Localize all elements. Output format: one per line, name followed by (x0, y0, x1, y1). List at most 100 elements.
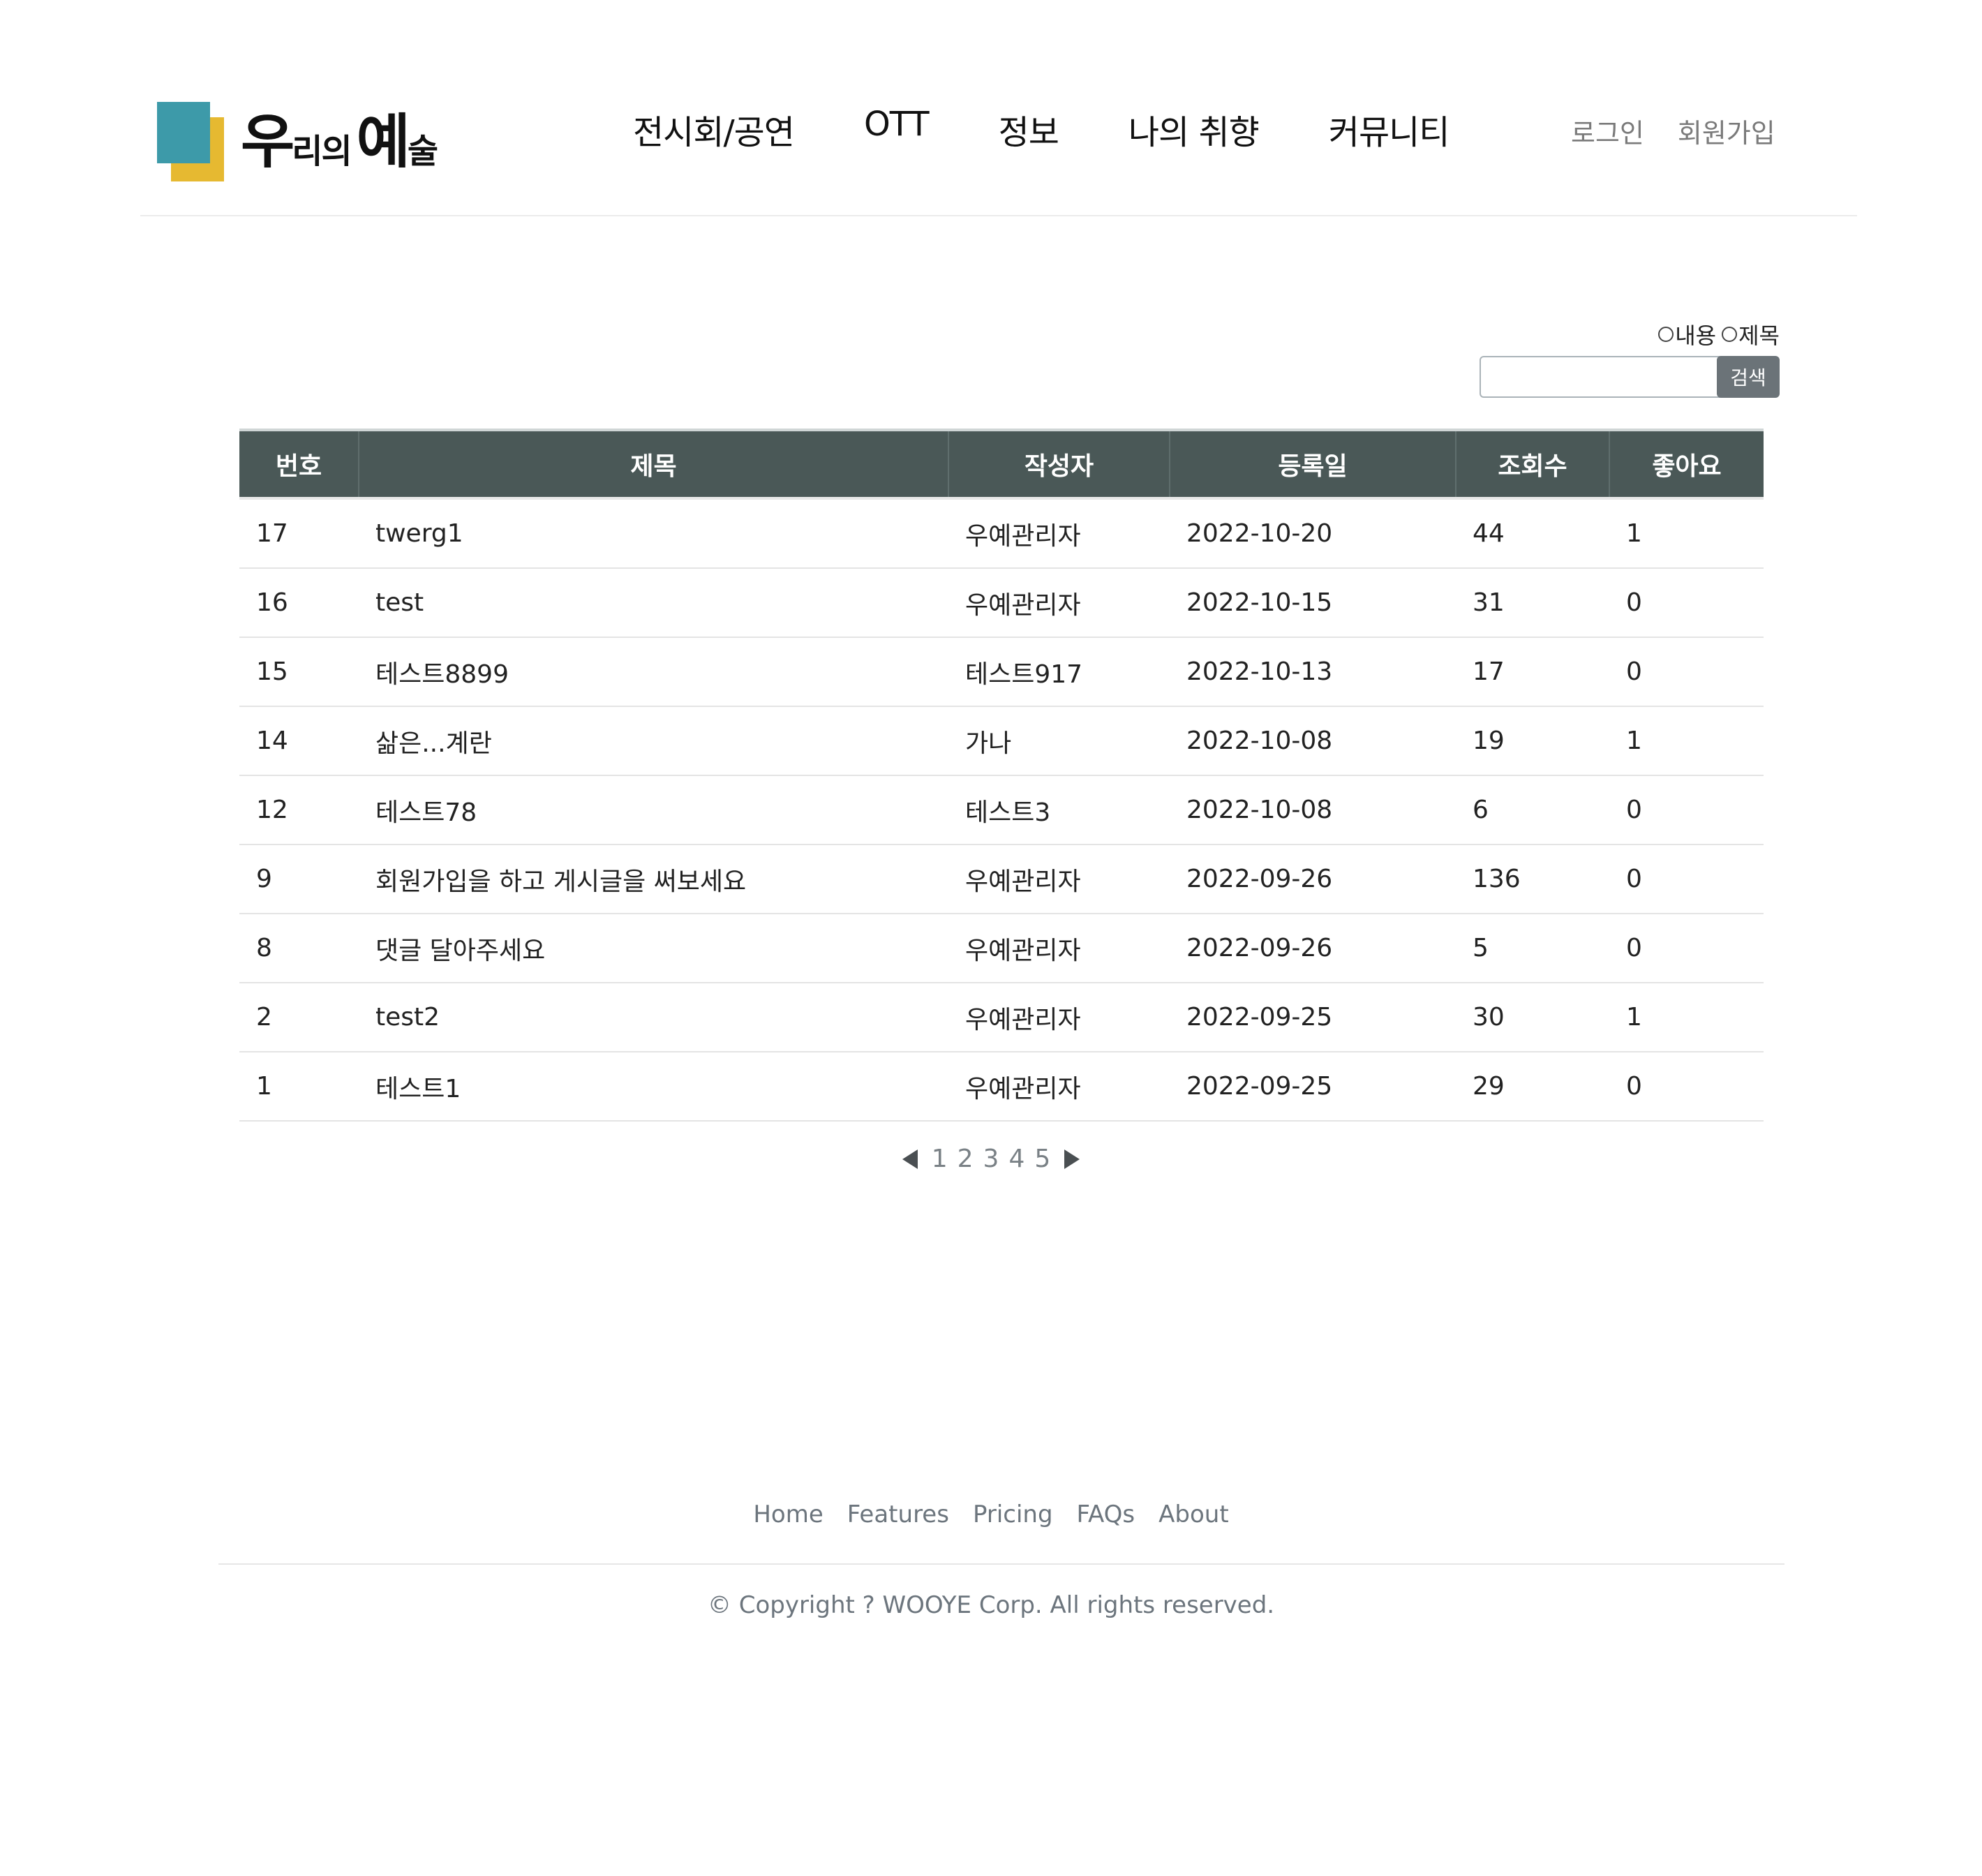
cell-number: 16 (239, 568, 359, 638)
cell-author: 우예관리자 (948, 844, 1170, 914)
site-logo[interactable]: 우 리의 예 술 (157, 102, 442, 181)
cell-author: 가나 (948, 706, 1170, 776)
search-type-radios: 내용 제목 (1658, 318, 1780, 350)
cell-views: 6 (1456, 775, 1609, 845)
cell-views: 44 (1456, 497, 1609, 569)
caret-left-icon[interactable] (902, 1149, 918, 1169)
table-row[interactable]: 2 test2 우예관리자 2022-09-25 30 1 (239, 983, 1764, 1052)
cell-number: 1 (239, 1052, 359, 1122)
cell-date: 2022-09-26 (1170, 844, 1456, 914)
nav-item-exhibitions[interactable]: 전시회/공연 (633, 105, 795, 154)
search-input[interactable] (1480, 356, 1738, 398)
cell-likes: 1 (1609, 706, 1764, 776)
cell-title[interactable]: 테스트8899 (359, 637, 948, 707)
radio-title-label[interactable]: 제목 (1738, 318, 1780, 350)
cell-likes: 0 (1609, 775, 1764, 845)
cell-date: 2022-10-08 (1170, 706, 1456, 776)
cell-author: 테스트917 (948, 637, 1170, 707)
cell-likes: 0 (1609, 1052, 1764, 1122)
cell-likes: 0 (1609, 914, 1764, 983)
radio-content-label[interactable]: 내용 (1675, 318, 1716, 350)
nav-item-my-taste[interactable]: 나의 취향 (1128, 105, 1260, 154)
cell-title[interactable]: 삶은...계란 (359, 706, 948, 776)
cell-number: 12 (239, 775, 359, 845)
cell-date: 2022-09-26 (1170, 914, 1456, 983)
cell-title[interactable]: test (359, 568, 948, 638)
column-header-author: 작성자 (948, 430, 1170, 498)
table-row[interactable]: 16 test 우예관리자 2022-10-15 31 0 (239, 568, 1764, 638)
caret-right-icon[interactable] (1064, 1149, 1080, 1169)
signup-link[interactable]: 회원가입 (1678, 112, 1775, 150)
table-row[interactable]: 9 회원가입을 하고 게시글을 써보세요 우예관리자 2022-09-26 13… (239, 844, 1764, 914)
cell-date: 2022-10-20 (1170, 497, 1456, 569)
cell-author: 우예관리자 (948, 983, 1170, 1052)
board-table: 번호 제목 작성자 등록일 조회수 좋아요 17 twerg1 우예관리자 20… (239, 429, 1764, 1122)
column-header-date: 등록일 (1170, 430, 1456, 498)
cell-title[interactable]: twerg1 (359, 497, 948, 569)
nav-item-community[interactable]: 커뮤니티 (1329, 105, 1450, 154)
page-link-4[interactable]: 4 (1008, 1145, 1024, 1173)
page-link-2[interactable]: 2 (958, 1145, 974, 1173)
radio-content[interactable] (1658, 327, 1674, 342)
cell-title[interactable]: 테스트78 (359, 775, 948, 845)
copyright-text: © Copyright ? WOOYE Corp. All rights res… (707, 1591, 1275, 1619)
cell-date: 2022-09-25 (1170, 1052, 1456, 1122)
cell-title[interactable]: 테스트1 (359, 1052, 948, 1122)
table-row[interactable]: 14 삶은...계란 가나 2022-10-08 19 1 (239, 706, 1764, 776)
auth-links: 로그인 회원가입 (1571, 112, 1775, 150)
cell-author: 테스트3 (948, 775, 1170, 845)
cell-likes: 0 (1609, 637, 1764, 707)
cell-title[interactable]: test2 (359, 983, 948, 1052)
logo-text-part-1: 우 (241, 107, 295, 176)
nav-item-info[interactable]: 정보 (999, 105, 1059, 154)
footer-nav: Home Features Pricing FAQs About (0, 1501, 1982, 1528)
cell-author: 우예관리자 (948, 1052, 1170, 1122)
footer-link-features[interactable]: Features (847, 1501, 949, 1528)
login-link[interactable]: 로그인 (1571, 112, 1644, 150)
footer-link-home[interactable]: Home (753, 1501, 823, 1528)
logo-text-part-2: 리의 (292, 132, 352, 171)
logo-mark-icon (157, 102, 224, 181)
footer-link-faqs[interactable]: FAQs (1077, 1501, 1135, 1528)
radio-title[interactable] (1722, 327, 1738, 342)
column-header-title: 제목 (359, 430, 949, 498)
site-header: 우 리의 예 술 전시회/공연 OTT 정보 나의 취향 커뮤니티 로그인 회원… (140, 0, 1857, 216)
page-link-1[interactable]: 1 (932, 1145, 948, 1173)
cell-number: 14 (239, 706, 359, 776)
search-area: 내용 제목 검색 (1445, 318, 1780, 402)
cell-likes: 0 (1609, 844, 1764, 914)
nav-item-ott[interactable]: OTT (864, 105, 930, 154)
cell-views: 31 (1456, 568, 1609, 638)
cell-title[interactable]: 댓글 달아주세요 (359, 914, 948, 983)
cell-views: 136 (1456, 844, 1609, 914)
cell-likes: 0 (1609, 568, 1764, 638)
logo-text: 우 리의 예 술 (241, 112, 442, 171)
cell-author: 우예관리자 (948, 568, 1170, 638)
cell-number: 8 (239, 914, 359, 983)
page-link-3[interactable]: 3 (983, 1145, 999, 1173)
cell-title[interactable]: 회원가입을 하고 게시글을 써보세요 (359, 844, 948, 914)
logo-text-part-4: 술 (407, 132, 438, 171)
table-row[interactable]: 12 테스트78 테스트3 2022-10-08 6 0 (239, 775, 1764, 845)
footer-link-about[interactable]: About (1158, 1501, 1229, 1528)
cell-views: 30 (1456, 983, 1609, 1052)
cell-author: 우예관리자 (948, 914, 1170, 983)
search-button[interactable]: 검색 (1717, 356, 1780, 398)
column-header-number: 번호 (239, 430, 359, 498)
table-row[interactable]: 8 댓글 달아주세요 우예관리자 2022-09-26 5 0 (239, 914, 1764, 983)
pagination: 1 2 3 4 5 (0, 1145, 1982, 1173)
logo-text-part-3: 예 (356, 107, 410, 176)
cell-number: 17 (239, 497, 359, 569)
column-header-views: 조회수 (1456, 430, 1610, 498)
footer-divider (218, 1563, 1784, 1565)
table-row[interactable]: 17 twerg1 우예관리자 2022-10-20 44 1 (239, 497, 1764, 569)
footer-link-pricing[interactable]: Pricing (973, 1501, 1053, 1528)
logo-square-teal (157, 102, 210, 163)
cell-likes: 1 (1609, 983, 1764, 1052)
page-link-5[interactable]: 5 (1034, 1145, 1050, 1173)
cell-views: 17 (1456, 637, 1609, 707)
cell-number: 15 (239, 637, 359, 707)
table-row[interactable]: 15 테스트8899 테스트917 2022-10-13 17 0 (239, 637, 1764, 707)
table-row[interactable]: 1 테스트1 우예관리자 2022-09-25 29 0 (239, 1052, 1764, 1122)
cell-number: 2 (239, 983, 359, 1052)
